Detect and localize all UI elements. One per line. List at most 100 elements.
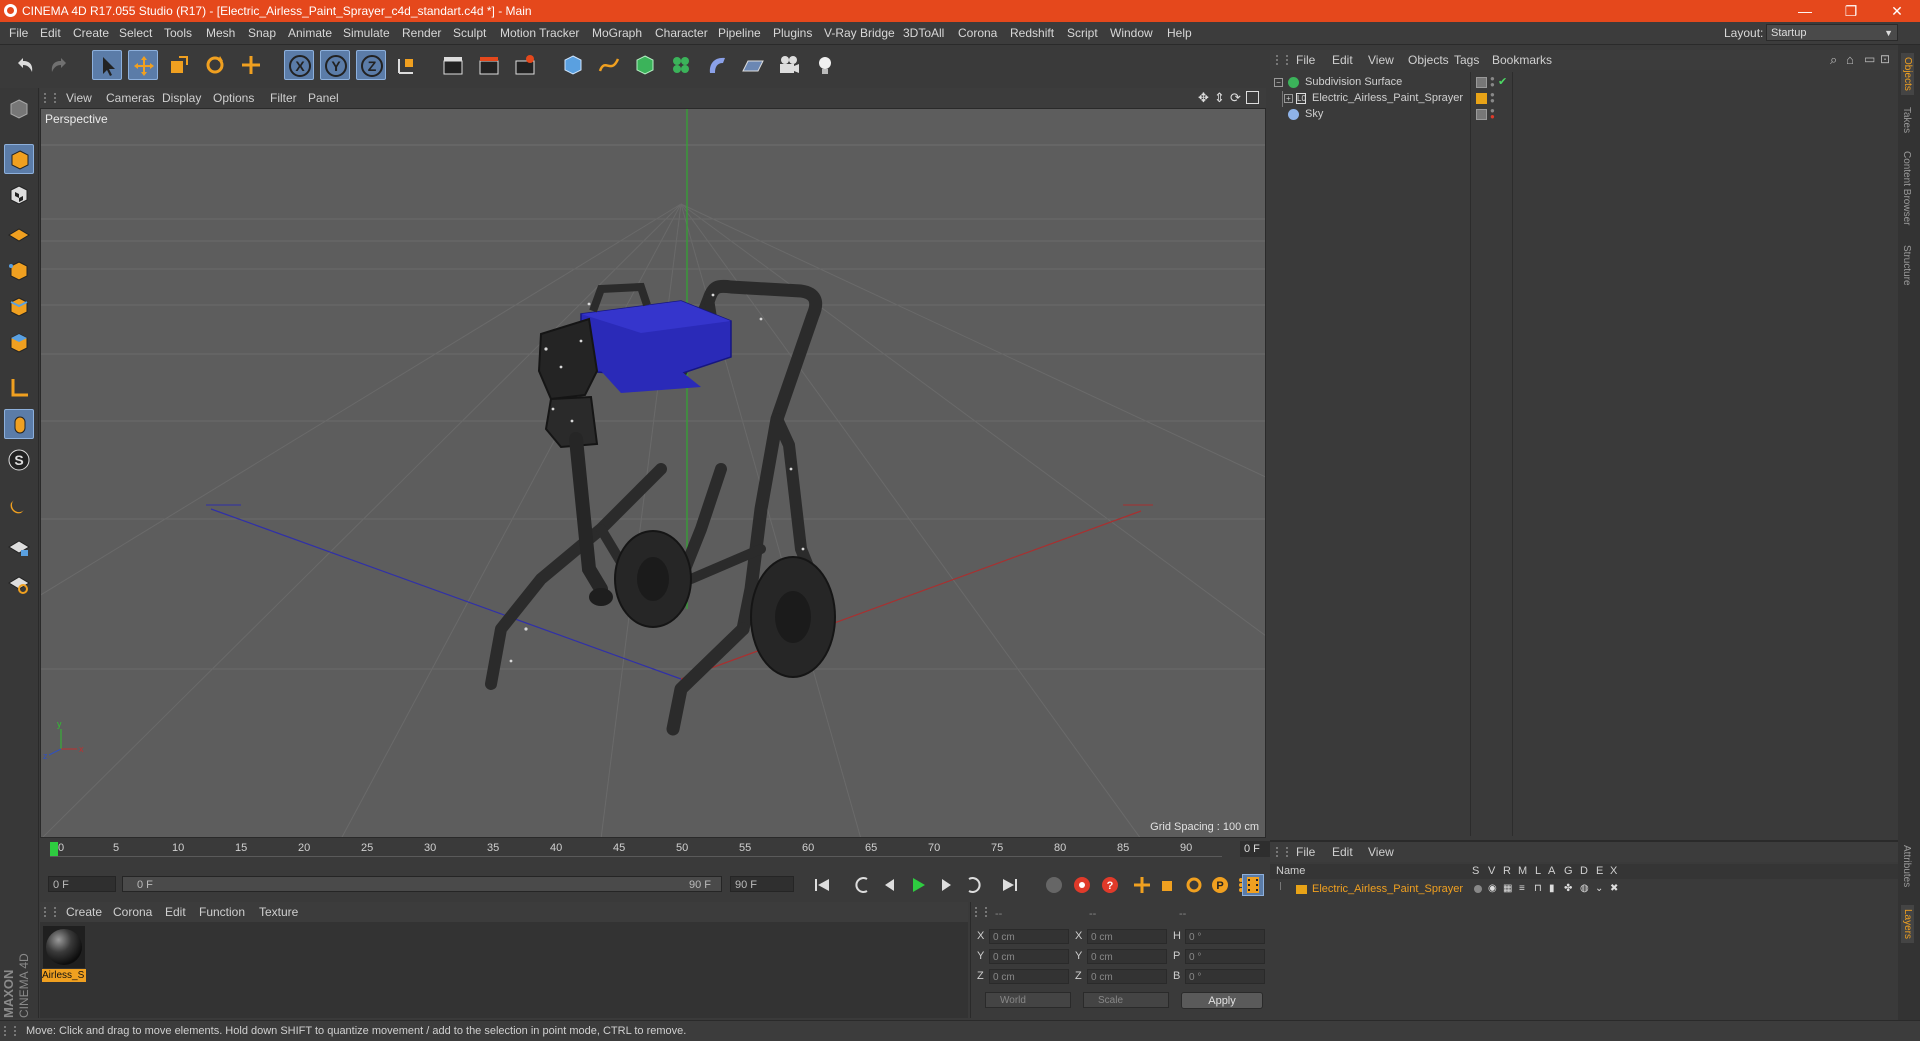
- record-keys-button[interactable]: [1042, 874, 1066, 896]
- minimize-button[interactable]: —: [1782, 0, 1828, 22]
- viewport-menu-display[interactable]: Display: [162, 91, 201, 105]
- enabled-check-icon[interactable]: ✔: [1498, 75, 1507, 88]
- material-name-label[interactable]: Airless_S: [42, 969, 86, 982]
- layer-col-solo[interactable]: S: [1472, 865, 1479, 877]
- dolly-view-icon[interactable]: ⇕: [1214, 90, 1225, 106]
- menu-3dtoall[interactable]: 3DToAll: [903, 26, 944, 40]
- rot-p-field[interactable]: 0 °: [1185, 949, 1265, 964]
- menu-character[interactable]: Character: [655, 26, 708, 40]
- home-icon[interactable]: ⌂: [1846, 52, 1854, 67]
- layer-menu-view[interactable]: View: [1368, 845, 1394, 859]
- lock-workplane-button[interactable]: [4, 532, 34, 562]
- film-icon[interactable]: ▮: [1549, 883, 1555, 894]
- viewport-menu-view[interactable]: View: [66, 91, 92, 105]
- menu-render[interactable]: Render: [402, 26, 441, 40]
- x-axis-lock-button[interactable]: X: [284, 50, 314, 80]
- pos-x-field[interactable]: 0 cm: [989, 929, 1069, 944]
- size-y-field[interactable]: 0 cm: [1087, 949, 1167, 964]
- layer-menu-edit[interactable]: Edit: [1332, 845, 1353, 859]
- camera-object-button[interactable]: [774, 50, 804, 80]
- layer-col-xref[interactable]: X: [1610, 865, 1617, 877]
- menu-vray-bridge[interactable]: V-Ray Bridge: [824, 26, 895, 40]
- transform-tool-button[interactable]: [236, 50, 266, 80]
- undo-button[interactable]: [10, 50, 40, 80]
- new-view-icon[interactable]: ▭: [1864, 52, 1875, 66]
- cloner-button[interactable]: [666, 50, 696, 80]
- menu-simulate[interactable]: Simulate: [343, 26, 390, 40]
- texture-mode-button[interactable]: [4, 180, 34, 210]
- viewport-menu-cameras[interactable]: Cameras: [106, 91, 155, 105]
- start-frame-field[interactable]: 0 F: [48, 876, 116, 892]
- pos-z-field[interactable]: 0 cm: [989, 969, 1069, 984]
- move-tool-button[interactable]: [128, 50, 158, 80]
- deformer-icon[interactable]: ◍: [1580, 883, 1589, 894]
- manager-list-icon[interactable]: ≡: [1519, 883, 1525, 894]
- record-position-button[interactable]: [1130, 874, 1154, 896]
- object-name[interactable]: Subdivision Surface: [1305, 76, 1402, 88]
- material-menu-create[interactable]: Create: [66, 905, 102, 919]
- menu-tools[interactable]: Tools: [164, 26, 192, 40]
- menu-script[interactable]: Script: [1067, 26, 1098, 40]
- previous-key-button[interactable]: [850, 874, 874, 896]
- next-frame-button[interactable]: [934, 874, 958, 896]
- material-menu-function[interactable]: Function: [199, 905, 245, 919]
- coordinate-space-select[interactable]: World: [985, 992, 1071, 1008]
- layer-col-locked[interactable]: L: [1535, 865, 1541, 877]
- menu-mesh[interactable]: Mesh: [206, 26, 235, 40]
- solo-dot-icon[interactable]: [1474, 885, 1482, 893]
- z-axis-lock-button[interactable]: Z: [356, 50, 386, 80]
- go-to-start-button[interactable]: [810, 874, 834, 896]
- expression-icon[interactable]: ⌄: [1595, 883, 1603, 894]
- timeline-ruler[interactable]: 0 5 10 15 20 25 30 35 40 45 50 55 60 65 …: [40, 838, 1304, 860]
- object-menu-edit[interactable]: Edit: [1332, 53, 1353, 67]
- go-to-end-button[interactable]: [998, 874, 1022, 896]
- cube-object-button[interactable]: [558, 50, 588, 80]
- live-selection-button[interactable]: [92, 50, 122, 80]
- keyframe-selection-button[interactable]: ?: [1098, 874, 1122, 896]
- previous-frame-button[interactable]: [878, 874, 902, 896]
- menu-animate[interactable]: Animate: [288, 26, 332, 40]
- material-menu-corona[interactable]: Corona: [113, 905, 152, 919]
- collapse-toggle-icon[interactable]: −: [1274, 78, 1283, 87]
- material-menu-edit[interactable]: Edit: [165, 905, 186, 919]
- layer-col-expressions[interactable]: E: [1596, 865, 1603, 877]
- make-editable-button[interactable]: [4, 94, 34, 124]
- layer-col-animation[interactable]: A: [1548, 865, 1555, 877]
- search-icon[interactable]: ⌕: [1830, 52, 1837, 68]
- viewport-menu-filter[interactable]: Filter: [270, 91, 297, 105]
- menu-edit[interactable]: Edit: [40, 26, 61, 40]
- layer-name[interactable]: Electric_Airless_Paint_Sprayer: [1312, 883, 1463, 895]
- perspective-viewport[interactable]: y x z Perspective Grid Spacing : 100 cm: [40, 108, 1266, 838]
- restore-button[interactable]: ❐: [1828, 0, 1874, 22]
- menu-corona[interactable]: Corona: [958, 26, 997, 40]
- lock-icon[interactable]: ⊓: [1534, 883, 1542, 894]
- layout-select[interactable]: Startup ▼: [1766, 24, 1898, 41]
- object-menu-tags[interactable]: Tags: [1454, 53, 1479, 67]
- menu-sculpt[interactable]: Sculpt: [453, 26, 486, 40]
- points-mode-button[interactable]: [4, 256, 34, 286]
- eye-icon[interactable]: ◉: [1488, 883, 1497, 894]
- tab-structure[interactable]: Structure: [1901, 245, 1912, 286]
- viewport-menu-options[interactable]: Options: [213, 91, 254, 105]
- lock-view-icon[interactable]: ⊡: [1880, 52, 1890, 66]
- menu-redshift[interactable]: Redshift: [1010, 26, 1054, 40]
- next-key-button[interactable]: [962, 874, 986, 896]
- tab-takes[interactable]: Takes: [1901, 107, 1912, 133]
- spline-pen-button[interactable]: [594, 50, 624, 80]
- model-mode-button[interactable]: [4, 144, 34, 174]
- render-to-picture-viewer-button[interactable]: [474, 50, 504, 80]
- expand-toggle-icon[interactable]: +: [1284, 94, 1293, 103]
- play-button[interactable]: [906, 874, 930, 896]
- rot-b-field[interactable]: 0 °: [1185, 969, 1265, 984]
- magnet-button[interactable]: [4, 490, 34, 520]
- layer-col-generators[interactable]: G: [1564, 865, 1573, 877]
- record-scale-button[interactable]: [1156, 874, 1180, 896]
- xref-icon[interactable]: ✖: [1610, 883, 1618, 894]
- layer-row[interactable]: Electric_Airless_Paint_Sprayer ◉ ▦ ≡ ⊓ ▮…: [1270, 882, 1898, 898]
- close-button[interactable]: ✕: [1874, 0, 1920, 22]
- workplane-mode-button[interactable]: [4, 216, 34, 246]
- planar-workplane-button[interactable]: [4, 568, 34, 598]
- layer-col-manager[interactable]: M: [1518, 865, 1527, 877]
- tab-layers[interactable]: Layers: [1901, 905, 1914, 944]
- y-axis-lock-button[interactable]: Y: [320, 50, 350, 80]
